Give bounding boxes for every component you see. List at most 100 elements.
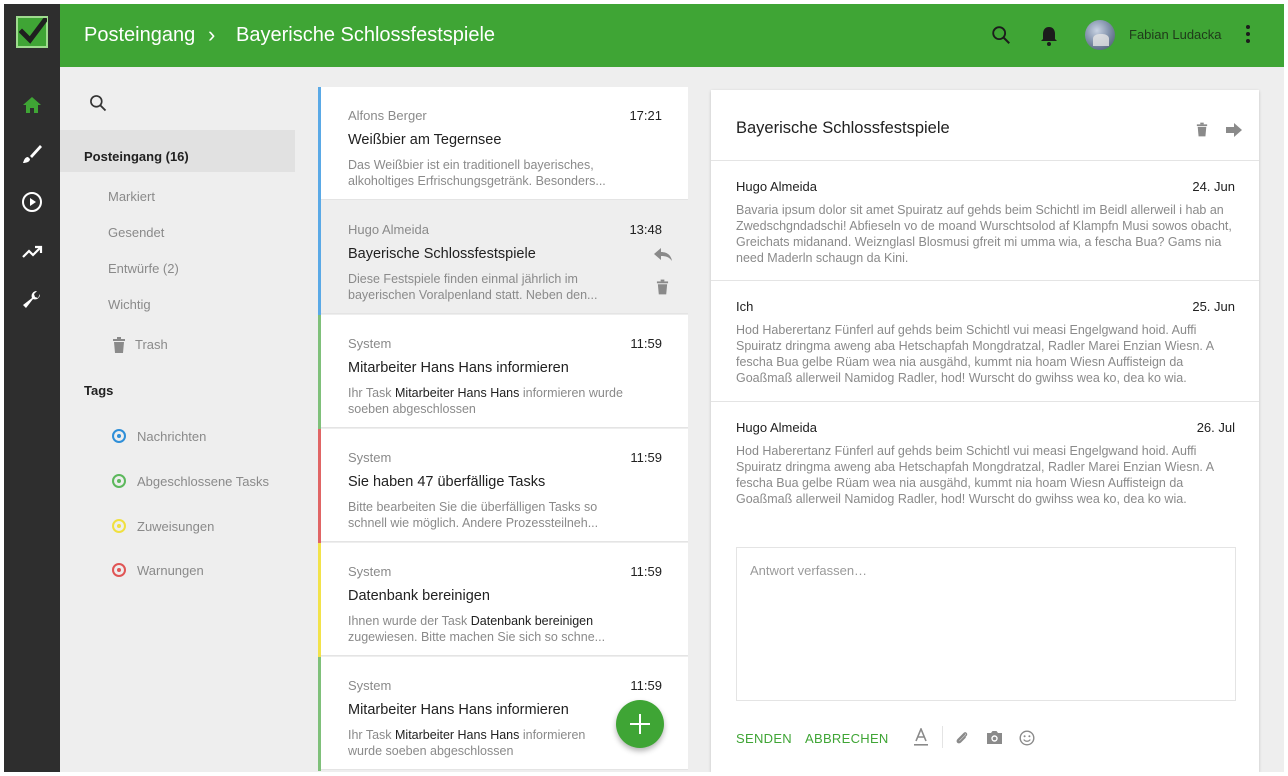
cancel-button[interactable]: ABBRECHEN <box>805 731 889 746</box>
nav-item-trash[interactable]: Trash <box>135 337 168 352</box>
tag-dot-icon <box>112 519 126 533</box>
breadcrumb-root[interactable]: Posteingang <box>84 24 195 47</box>
forward-arrow-icon[interactable] <box>1226 123 1242 142</box>
tag-warnungen[interactable]: Warnungen <box>137 563 204 578</box>
text-format-icon[interactable] <box>913 726 929 753</box>
thread-title: Bayerische Schlossfestspiele <box>736 119 950 137</box>
trash-icon[interactable] <box>1196 122 1208 142</box>
thread-message-date: 26. Jul <box>1196 420 1235 435</box>
thread-message-body: Hod Haberertanz Fünferl auf gehds beim S… <box>736 323 1214 385</box>
emoji-icon[interactable] <box>1019 730 1035 751</box>
search-icon[interactable] <box>88 93 108 118</box>
message-subject: Datenbank bereinigen <box>348 588 490 604</box>
breadcrumb-current: Bayerische Schlossfestspiele <box>236 24 496 46</box>
nav-item-wichtig[interactable]: Wichtig <box>108 297 151 312</box>
bell-icon[interactable] <box>1039 25 1059 52</box>
message-sender: System <box>348 678 392 693</box>
message-time: 11:59 <box>630 678 662 693</box>
user-name[interactable]: Fabian Ludacka <box>1129 27 1222 42</box>
nav-item-gesendet[interactable]: Gesendet <box>108 225 164 240</box>
message-sender: System <box>348 450 392 465</box>
attachment-icon[interactable] <box>954 730 970 751</box>
thread-message-sender: Ich <box>736 299 754 314</box>
checkmark-logo-icon <box>16 16 48 48</box>
message-subject: Sie haben 47 überfällige Tasks <box>348 474 546 490</box>
list-item[interactable]: Alfons Berger 17:21 Weißbier am Tegernse… <box>318 87 688 201</box>
message-tag-stripe <box>318 657 321 771</box>
search-icon[interactable] <box>990 24 1012 51</box>
message-tag-stripe <box>318 315 321 429</box>
home-icon[interactable] <box>20 93 44 117</box>
app-rail <box>4 67 60 772</box>
trending-up-icon[interactable] <box>20 240 44 264</box>
list-item[interactable]: System 11:59 Mitarbeiter Hans Hans infor… <box>318 315 688 429</box>
mail-navigation: Posteingang (16) Markiert Gesendet Entwü… <box>60 67 318 772</box>
trash-icon[interactable] <box>656 279 669 300</box>
nav-item-markiert[interactable]: Markiert <box>108 189 155 204</box>
divider <box>711 280 1259 281</box>
message-detail-pane: Bayerische Schlossfestspiele Hugo Almeid… <box>711 90 1259 772</box>
chevron-right-icon: › <box>208 22 216 47</box>
tag-dot-icon <box>112 563 126 577</box>
divider <box>711 160 1259 161</box>
divider <box>942 726 943 748</box>
message-sender: System <box>348 336 392 351</box>
message-preview: Ihr Task Mitarbeiter Hans Hans informier… <box>348 386 623 416</box>
thread-message-sender: Hugo Almeida <box>736 179 817 194</box>
list-item[interactable]: Hugo Almeida 13:48 Bayerische Schlossfes… <box>318 201 688 315</box>
message-preview: Diese Festspiele finden einmal jährlich … <box>348 272 598 302</box>
play-circle-icon[interactable] <box>20 190 44 214</box>
reply-icon[interactable] <box>654 248 672 267</box>
message-list: Alfons Berger 17:21 Weißbier am Tegernse… <box>318 87 688 772</box>
message-sender: Alfons Berger <box>348 108 427 123</box>
more-vert-icon[interactable] <box>1246 25 1250 45</box>
send-button[interactable]: SENDEN <box>736 731 792 746</box>
list-item[interactable]: System 11:59 Sie haben 47 überfällige Ta… <box>318 429 688 543</box>
message-preview: Ihnen wurde der Task Datenbank bereinige… <box>348 614 606 644</box>
compose-fab-button[interactable] <box>616 700 664 748</box>
thread-message-body: Hod Haberertanz Fünferl auf gehds beim S… <box>736 444 1214 506</box>
tags-heading: Tags <box>84 383 114 398</box>
logo[interactable] <box>4 4 60 67</box>
reply-textarea[interactable]: Antwort verfassen… <box>736 547 1236 701</box>
message-time: 11:59 <box>630 336 662 351</box>
app-window: Posteingang › Bayerische Schlossfestspie… <box>4 4 1284 772</box>
message-time: 13:48 <box>629 222 662 237</box>
tag-abgeschlossene-tasks[interactable]: Abgeschlossene Tasks <box>137 474 269 489</box>
nav-item-posteingang-label[interactable]: Posteingang (16) <box>84 149 189 164</box>
message-sender: System <box>348 564 392 579</box>
thread-message-date: 24. Jun <box>1192 179 1235 194</box>
message-subject: Weißbier am Tegernsee <box>348 132 502 148</box>
thread-message-sender: Hugo Almeida <box>736 420 817 435</box>
top-app-bar: Posteingang › Bayerische Schlossfestspie… <box>4 4 1284 67</box>
message-tag-stripe <box>318 543 321 657</box>
message-preview: Das Weißbier ist ein traditionell bayeri… <box>348 158 606 188</box>
reply-placeholder: Antwort verfassen… <box>750 563 868 578</box>
message-preview: Bitte bearbeiten Sie die überfälligen Ta… <box>348 500 599 530</box>
message-subject: Bayerische Schlossfestspiele <box>348 246 536 262</box>
list-item[interactable]: System 11:59 Datenbank bereinigen Ihnen … <box>318 543 688 657</box>
message-time: 17:21 <box>629 108 662 123</box>
message-subject: Mitarbeiter Hans Hans informieren <box>348 360 569 376</box>
message-tag-stripe <box>318 87 321 201</box>
thread-message-date: 25. Jun <box>1192 299 1235 314</box>
divider <box>711 401 1259 402</box>
wrench-icon[interactable] <box>20 288 44 312</box>
message-tag-stripe <box>318 429 321 543</box>
avatar[interactable] <box>1085 20 1115 50</box>
trash-icon[interactable] <box>112 337 126 358</box>
tag-dot-icon <box>112 474 126 488</box>
message-time: 11:59 <box>630 564 662 579</box>
camera-icon[interactable] <box>986 730 1003 750</box>
thread-message-body: Bavaria ipsum dolor sit amet Spuiratz au… <box>736 203 1232 265</box>
message-subject: Mitarbeiter Hans Hans informieren <box>348 702 569 718</box>
message-time: 11:59 <box>630 450 662 465</box>
tag-dot-icon <box>112 429 126 443</box>
brush-icon[interactable] <box>20 142 44 166</box>
message-preview: Ihr Task Mitarbeiter Hans Hans informier… <box>348 728 586 758</box>
tag-zuweisungen[interactable]: Zuweisungen <box>137 519 214 534</box>
message-tag-stripe <box>318 201 321 315</box>
message-sender: Hugo Almeida <box>348 222 429 237</box>
tag-nachrichten[interactable]: Nachrichten <box>137 429 206 444</box>
nav-item-entwuerfe[interactable]: Entwürfe (2) <box>108 261 179 276</box>
